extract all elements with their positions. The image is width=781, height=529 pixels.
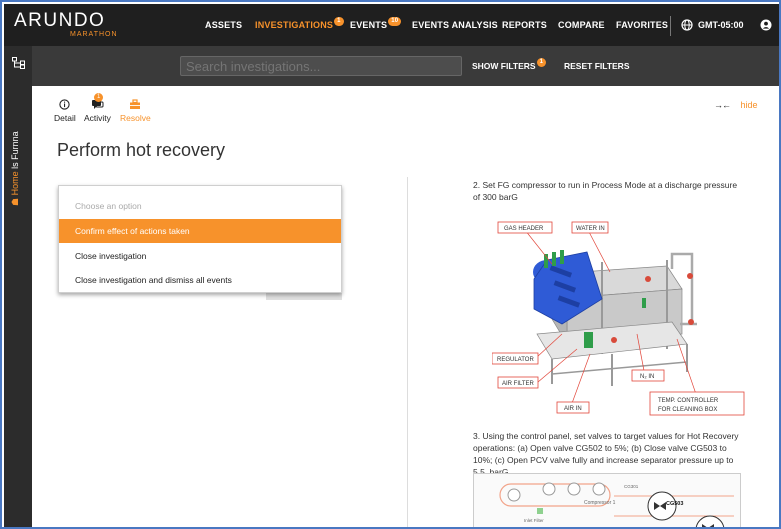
show-filters-badge: 1	[536, 58, 546, 67]
label-regulator: REGULATOR	[497, 357, 534, 363]
flow-label-unit: CG301	[624, 484, 639, 489]
label-gas-header: GAS HEADER	[504, 226, 544, 232]
nav-events-badge: 10	[388, 17, 402, 26]
breadcrumb-home[interactable]: Home	[10, 171, 20, 195]
page-title: Perform hot recovery	[57, 140, 226, 160]
instruction-step-3: 3. Using the control panel, set valves t…	[473, 431, 739, 477]
equipment-diagram: GAS HEADER WATER IN REGULATOR AIR FILTER…	[492, 221, 745, 416]
label-air-in: AIR IN	[564, 406, 582, 412]
search-input[interactable]	[180, 56, 462, 76]
breadcrumb: ☗ Home ls Furnna	[10, 126, 24, 206]
nav-favorites[interactable]: FAVORITES	[616, 20, 668, 30]
nav-compare[interactable]: COMPARE	[558, 20, 605, 30]
nav-assets[interactable]: ASSETS	[205, 20, 242, 30]
home-icon[interactable]: ☗	[10, 198, 20, 206]
hierarchy-icon[interactable]	[12, 56, 25, 74]
flow-label-compressor: Compressor 1	[584, 500, 616, 506]
logo-subtext: MARATHON	[70, 31, 118, 38]
resolution-dropdown[interactable]: Choose an option Confirm effect of actio…	[58, 185, 342, 293]
pane-divider	[407, 177, 408, 527]
show-filters-button[interactable]: SHOW FILTERS 1	[472, 58, 546, 71]
tab-activity[interactable]: 1 Activity	[84, 93, 111, 123]
valve-cg502-callout[interactable]	[695, 515, 725, 529]
show-filters-label: SHOW FILTERS	[472, 61, 536, 71]
search-bar: SHOW FILTERS1 RESET FILTERS	[32, 46, 779, 86]
tab-detail-label: Detail	[54, 113, 76, 123]
nav-investigations-badge: 1	[334, 17, 344, 26]
tab-resolve-label: Resolve	[120, 113, 151, 123]
breadcrumb-current: Furnna	[10, 131, 20, 160]
compressor-icon-3	[592, 482, 606, 496]
nav-events-label: EVENTS	[350, 20, 388, 30]
tab-activity-label: Activity	[84, 113, 111, 123]
nav-divider	[670, 16, 671, 36]
app-window: ARUNDO MARATHON ASSETS INVESTIGATIONS 1 E…	[0, 0, 781, 529]
nav-events[interactable]: EVENTS 10	[350, 17, 402, 30]
nav-events-analysis[interactable]: EVENTS ANALYSIS	[412, 20, 498, 30]
valve-cg503-label: CG503	[666, 501, 683, 507]
info-icon	[54, 99, 76, 112]
label-n2-in: N₂ IN	[640, 374, 654, 380]
instruction-step-2: 2. Set FG compressor to run in Process M…	[473, 180, 738, 202]
globe-icon[interactable]	[681, 18, 693, 36]
label-temp-controller-line1: TEMP. CONTROLLER	[658, 398, 719, 404]
dropdown-option-confirm-effect[interactable]: Confirm effect of actions taken	[59, 219, 341, 243]
control-panel-diagram: Compressor 1 Inlet Filter CG301 CG503	[473, 473, 741, 529]
brand-logo[interactable]: ARUNDO MARATHON	[14, 10, 117, 38]
reset-filters-button[interactable]: RESET FILTERS	[564, 61, 630, 71]
dropdown-option-close-and-dismiss[interactable]: Close investigation and dismiss all even…	[59, 268, 341, 292]
flow-label-inlet: Inlet Filter	[524, 518, 544, 523]
nav-reports[interactable]: REPORTS	[502, 20, 547, 30]
dropdown-placeholder: Choose an option	[75, 201, 142, 211]
tab-detail[interactable]: Detail	[54, 99, 76, 123]
toolbox-icon	[120, 99, 151, 112]
collapse-arrows-icon: →←	[714, 100, 731, 110]
logo-text: ARUNDO	[14, 10, 106, 31]
sidebar: ☗ Home ls Furnna	[4, 46, 32, 527]
nav-investigations-label: INVESTIGATIONS	[255, 20, 334, 30]
pump-icon	[507, 488, 521, 502]
label-temp-controller-line2: FOR CLEANING BOX	[658, 407, 717, 413]
top-navbar: ARUNDO MARATHON ASSETS INVESTIGATIONS 1 E…	[4, 4, 779, 46]
nav-investigations[interactable]: INVESTIGATIONS 1	[255, 17, 344, 30]
chat-icon: 1	[84, 93, 111, 112]
breadcrumb-separator: ls	[10, 162, 20, 169]
label-water-in: WATER IN	[576, 226, 605, 232]
label-air-filter: AIR FILTER	[502, 381, 535, 387]
timezone-selector[interactable]: GMT-05:00	[698, 20, 744, 30]
user-icon[interactable]	[760, 18, 772, 36]
hide-link[interactable]: hide	[741, 100, 758, 110]
compressor-icon-2	[567, 482, 581, 496]
compressor-icon-1	[542, 482, 556, 496]
dropdown-option-close-investigation[interactable]: Close investigation	[59, 244, 341, 268]
inlet-filter-marker	[537, 508, 543, 514]
hide-panel-toggle[interactable]: →← hide	[714, 100, 758, 110]
tab-resolve[interactable]: Resolve	[120, 99, 151, 123]
